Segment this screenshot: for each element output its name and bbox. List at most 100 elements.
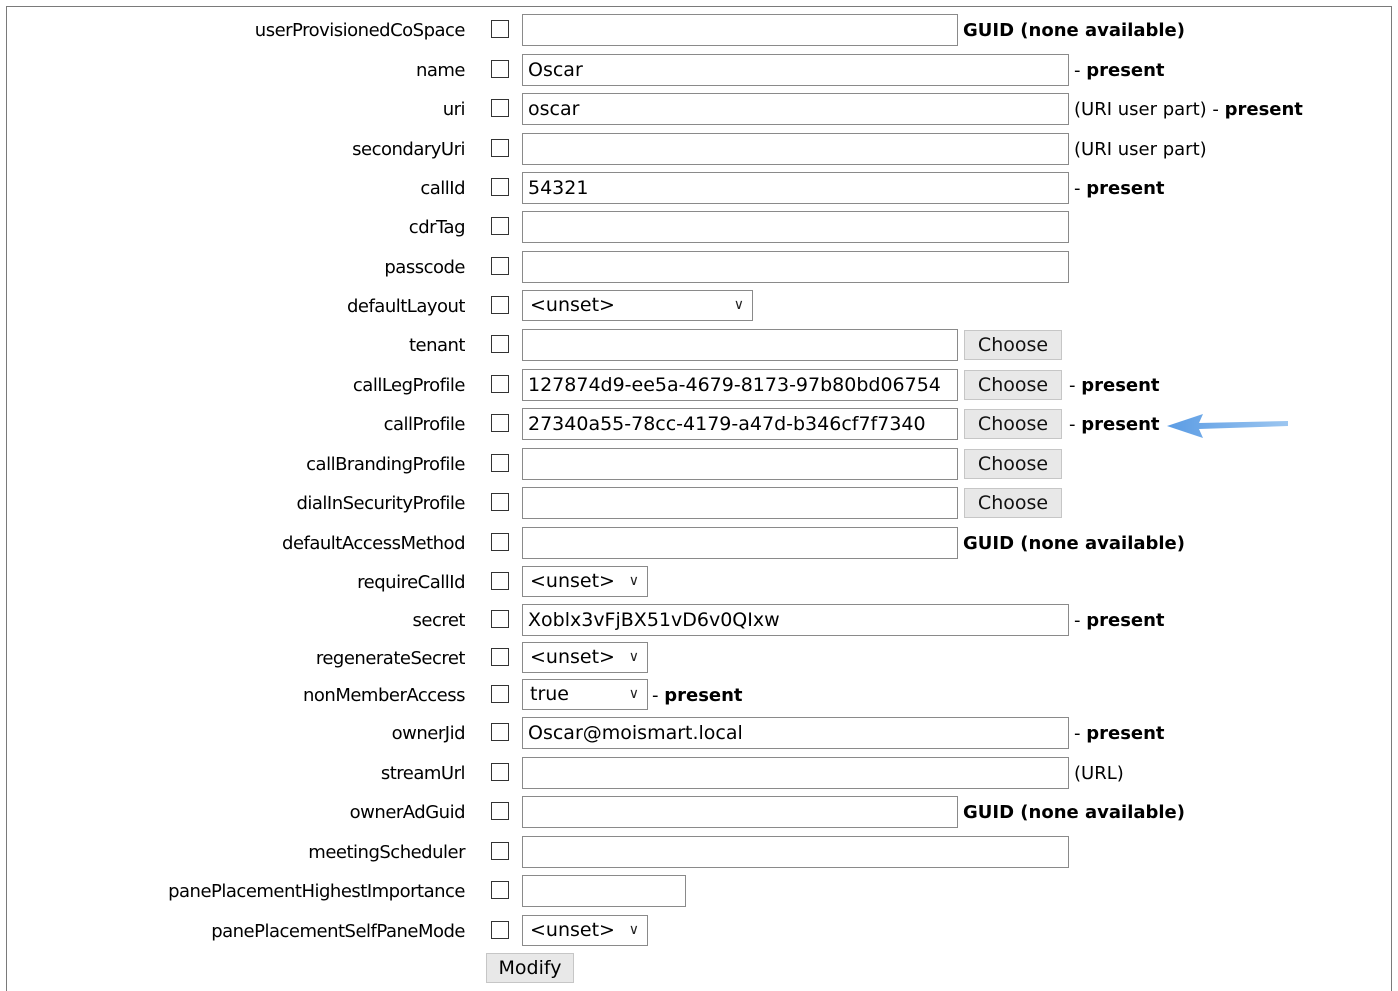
- modify-checkbox[interactable]: [491, 139, 509, 157]
- selected-value: true: [530, 683, 569, 705]
- ownerAdGuid-input[interactable]: [522, 796, 958, 828]
- modify-checkbox[interactable]: [491, 99, 509, 117]
- selected-value: <unset>: [530, 570, 615, 592]
- ownerJid-input[interactable]: Oscar@moismart.local: [522, 717, 1069, 749]
- modify-checkbox[interactable]: [491, 375, 509, 393]
- name-input[interactable]: Oscar: [522, 54, 1069, 86]
- uri-note: (URI user part): [1074, 139, 1207, 160]
- present-note: - present: [1069, 375, 1160, 396]
- field-label: ownerAdGuid: [349, 802, 466, 823]
- modify-checkbox[interactable]: [491, 217, 509, 235]
- guid-note: GUID (none available): [963, 802, 1185, 823]
- row-regenerateSecret: regenerateSecret <unset> ∨: [0, 642, 1398, 675]
- modify-checkbox[interactable]: [491, 802, 509, 820]
- requireCallId-select[interactable]: <unset> ∨: [522, 566, 648, 597]
- modify-checkbox[interactable]: [491, 20, 509, 38]
- tenant-input[interactable]: [522, 329, 958, 361]
- selected-value: <unset>: [530, 294, 615, 316]
- chevron-down-icon: ∨: [733, 297, 744, 313]
- row-defaultAccessMethod: defaultAccessMethod GUID (none available…: [0, 527, 1398, 560]
- modify-checkbox[interactable]: [491, 454, 509, 472]
- choose-button[interactable]: Choose: [964, 449, 1062, 479]
- modify-checkbox[interactable]: [491, 881, 509, 899]
- row-uri: uri oscar (URI user part) - present: [0, 93, 1398, 126]
- modify-checkbox[interactable]: [491, 335, 509, 353]
- nonMemberAccess-select[interactable]: true ∨: [522, 679, 648, 710]
- row-panePlacementHighestImportance: panePlacementHighestImportance: [0, 875, 1398, 908]
- modify-checkbox[interactable]: [491, 178, 509, 196]
- modify-checkbox[interactable]: [491, 842, 509, 860]
- regenerateSecret-select[interactable]: <unset> ∨: [522, 642, 648, 673]
- field-label: secondaryUri: [352, 139, 465, 160]
- callProfile-input[interactable]: 27340a55-78cc-4179-a47d-b346cf7f7340: [522, 408, 958, 440]
- modify-checkbox[interactable]: [491, 648, 509, 666]
- callBrandingProfile-input[interactable]: [522, 448, 958, 480]
- row-callLegProfile: callLegProfile 127874d9-ee5a-4679-8173-9…: [0, 369, 1398, 402]
- row-nonMemberAccess: nonMemberAccess true ∨ - present: [0, 679, 1398, 712]
- modify-checkbox[interactable]: [491, 60, 509, 78]
- modify-checkbox[interactable]: [491, 572, 509, 590]
- field-label: passcode: [384, 257, 465, 278]
- choose-button[interactable]: Choose: [964, 370, 1062, 400]
- modify-checkbox[interactable]: [491, 723, 509, 741]
- url-note: (URL): [1074, 763, 1124, 784]
- selected-value: <unset>: [530, 919, 615, 941]
- present-note: - present: [1074, 178, 1165, 199]
- present-note: - present: [652, 685, 743, 706]
- meetingScheduler-input[interactable]: [522, 836, 1069, 868]
- choose-button[interactable]: Choose: [964, 488, 1062, 518]
- row-passcode: passcode: [0, 251, 1398, 284]
- passcode-input[interactable]: [522, 251, 1069, 283]
- row-secondaryUri: secondaryUri (URI user part): [0, 133, 1398, 166]
- modify-checkbox[interactable]: [491, 763, 509, 781]
- field-label: defaultAccessMethod: [282, 533, 465, 554]
- field-label: secret: [412, 610, 466, 631]
- panePlacementHighestImportance-input[interactable]: [522, 875, 686, 907]
- choose-button[interactable]: Choose: [964, 330, 1062, 360]
- field-label: callProfile: [383, 414, 466, 435]
- field-label: nonMemberAccess: [303, 685, 466, 706]
- field-label: streamUrl: [380, 763, 466, 784]
- cdrTag-input[interactable]: [522, 211, 1069, 243]
- secondaryUri-input[interactable]: [522, 133, 1069, 165]
- uri-input[interactable]: oscar: [522, 93, 1069, 125]
- dialInSecurityProfile-input[interactable]: [522, 487, 958, 519]
- row-requireCallId: requireCallId <unset> ∨: [0, 566, 1398, 599]
- secret-input[interactable]: Xoblx3vFjBX51vD6v0QIxw: [522, 604, 1069, 636]
- modify-checkbox[interactable]: [491, 685, 509, 703]
- callLegProfile-input[interactable]: 127874d9-ee5a-4679-8173-97b80bd06754: [522, 369, 958, 401]
- userProvisionedCoSpace-input[interactable]: [522, 14, 958, 46]
- panePlacementSelfPaneMode-select[interactable]: <unset> ∨: [522, 915, 648, 946]
- chevron-down-icon: ∨: [628, 922, 639, 938]
- modify-checkbox[interactable]: [491, 610, 509, 628]
- defaultLayout-select[interactable]: <unset> ∨: [522, 290, 753, 321]
- field-label: panePlacementHighestImportance: [168, 881, 465, 902]
- row-ownerAdGuid: ownerAdGuid GUID (none available): [0, 796, 1398, 829]
- field-label: userProvisionedCoSpace: [254, 20, 466, 41]
- field-label: defaultLayout: [346, 296, 466, 317]
- modify-checkbox[interactable]: [491, 257, 509, 275]
- modify-checkbox[interactable]: [491, 921, 509, 939]
- callId-input[interactable]: 54321: [522, 172, 1069, 204]
- defaultAccessMethod-input[interactable]: [522, 527, 958, 559]
- row-tenant: tenant Choose: [0, 329, 1398, 362]
- field-label: tenant: [408, 335, 466, 356]
- selected-value: <unset>: [530, 646, 615, 668]
- field-label: cdrTag: [408, 217, 466, 238]
- row-panePlacementSelfPaneMode: panePlacementSelfPaneMode <unset> ∨: [0, 915, 1398, 948]
- chevron-down-icon: ∨: [628, 649, 639, 665]
- field-label: name: [415, 60, 466, 81]
- field-label: meetingScheduler: [308, 842, 465, 863]
- field-label: regenerateSecret: [315, 648, 466, 669]
- present-note: - present: [1074, 723, 1165, 744]
- choose-button[interactable]: Choose: [964, 409, 1062, 439]
- modify-checkbox[interactable]: [491, 533, 509, 551]
- modify-checkbox[interactable]: [491, 296, 509, 314]
- modify-checkbox[interactable]: [491, 493, 509, 511]
- row-secret: secret Xoblx3vFjBX51vD6v0QIxw - present: [0, 604, 1398, 637]
- row-callId: callId 54321 - present: [0, 172, 1398, 205]
- modify-button[interactable]: Modify: [486, 953, 574, 983]
- row-name: name Oscar - present: [0, 54, 1398, 87]
- streamUrl-input[interactable]: [522, 757, 1069, 789]
- modify-checkbox[interactable]: [491, 414, 509, 432]
